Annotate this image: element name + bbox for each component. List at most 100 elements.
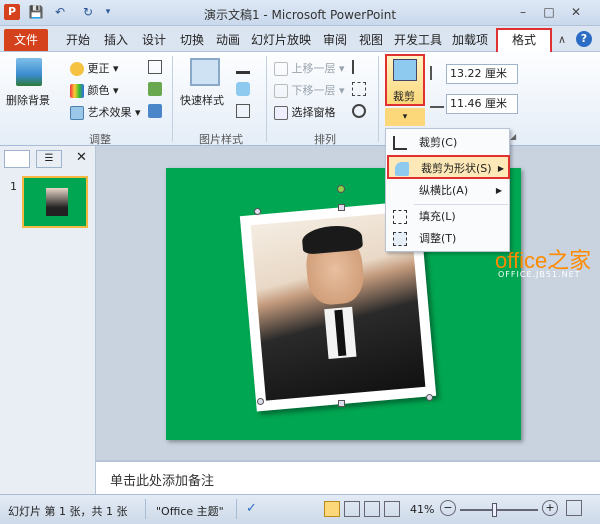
tab-insert[interactable]: 插入 xyxy=(100,30,132,50)
picture-effects-icon[interactable] xyxy=(236,82,250,96)
corrections-icon xyxy=(70,62,84,76)
close-button[interactable]: ✕ xyxy=(565,4,587,20)
slide-thumbnail[interactable] xyxy=(22,176,88,228)
corrections-button[interactable]: 更正 ▾ xyxy=(70,60,119,76)
fit-icon xyxy=(393,232,407,246)
color-icon xyxy=(70,84,84,98)
fit-slide-icon[interactable] xyxy=(566,500,582,516)
menu-item-crop[interactable]: 裁剪(C) xyxy=(387,131,508,155)
arrange-group-label: 排列 xyxy=(314,133,336,146)
tab-home[interactable]: 开始 xyxy=(62,30,94,50)
slide-thumbnail-number: 1 xyxy=(10,180,17,193)
artistic-effects-button[interactable]: 艺术效果 ▾ xyxy=(70,104,141,120)
group-icon[interactable] xyxy=(352,82,366,96)
ribbon: 删除背景 更正 ▾ 颜色 ▾ 艺术效果 ▾ 调整 快速样式 图片样式 上移一层 … xyxy=(0,52,600,146)
adjust-group-label: 调整 xyxy=(89,133,111,146)
slides-tab[interactable] xyxy=(4,150,30,168)
maximize-button[interactable]: □ xyxy=(538,4,560,20)
artistic-effects-icon xyxy=(70,106,84,120)
change-picture-icon[interactable] xyxy=(148,82,162,96)
tab-slideshow[interactable]: 幻灯片放映 xyxy=(250,30,312,50)
send-backward-button: 下移一层 ▾ xyxy=(274,82,345,98)
window-title: 演示文稿1 - Microsoft PowerPoint xyxy=(203,8,397,22)
menu-item-fill[interactable]: 填充(L) xyxy=(387,205,508,229)
slides-pane: ☰ ✕ 1 xyxy=(0,146,96,494)
tab-file[interactable]: 文件 xyxy=(4,29,48,51)
quick-styles-icon xyxy=(190,58,220,86)
selection-pane-icon xyxy=(274,106,288,120)
close-pane-icon[interactable]: ✕ xyxy=(76,150,87,165)
zoom-in-button[interactable]: + xyxy=(542,500,558,516)
menu-item-fit[interactable]: 调整(T) xyxy=(387,227,508,251)
tab-review[interactable]: 审阅 xyxy=(320,30,350,50)
notes-pane[interactable]: 单击此处添加备注 xyxy=(96,460,600,494)
reading-view-icon[interactable] xyxy=(364,501,380,517)
selection-pane-button[interactable]: 选择窗格 xyxy=(274,104,336,120)
align-icon[interactable] xyxy=(352,60,366,74)
height-icon xyxy=(430,66,442,80)
collapse-ribbon-icon[interactable]: ∧ xyxy=(558,33,566,46)
width-icon xyxy=(430,96,444,108)
tab-transitions[interactable]: 切换 xyxy=(176,30,208,50)
selection-handle[interactable] xyxy=(254,208,261,215)
menu-item-aspect-ratio[interactable]: 纵横比(A) ▶ xyxy=(387,179,508,203)
width-input[interactable]: 11.46 厘米 xyxy=(446,94,518,114)
zoom-slider-thumb[interactable] xyxy=(492,503,497,517)
tab-format[interactable]: 格式 xyxy=(496,28,552,52)
picture-styles-group-label: 图片样式 xyxy=(199,133,243,146)
send-backward-icon xyxy=(274,84,288,98)
bring-forward-icon xyxy=(274,62,288,76)
crop-menu: 裁剪(C) 裁剪为形状(S) ▶ 纵横比(A) ▶ 填充(L) 调整(T) xyxy=(385,128,510,252)
selection-handle[interactable] xyxy=(338,204,345,211)
minimize-button[interactable]: – xyxy=(512,4,534,20)
color-button[interactable]: 颜色 ▾ xyxy=(70,82,119,98)
tab-design[interactable]: 设计 xyxy=(138,30,170,50)
title-bar: P 💾 ↶ ↻ ▾ 演示文稿1 - Microsoft PowerPoint –… xyxy=(0,0,600,26)
remove-background-icon xyxy=(16,58,42,86)
height-input[interactable]: 13.22 厘米 xyxy=(446,64,518,84)
submenu-arrow-icon: ▶ xyxy=(497,164,504,173)
picture-border-icon[interactable] xyxy=(236,60,250,74)
submenu-arrow-icon: ▶ xyxy=(495,186,502,195)
size-dialog-launcher-icon[interactable]: ◢ xyxy=(510,132,516,141)
normal-view-icon[interactable] xyxy=(324,501,340,517)
outline-tab[interactable]: ☰ xyxy=(36,150,62,168)
help-icon[interactable]: ? xyxy=(576,31,592,47)
ribbon-tabs: 文件 开始 插入 设计 切换 动画 幻灯片放映 审阅 视图 开发工具 加载项 格… xyxy=(0,26,600,52)
crop-dropdown-arrow[interactable]: ▾ xyxy=(385,108,425,126)
crop-button[interactable]: 裁剪 xyxy=(385,54,425,106)
remove-background-button[interactable]: 删除背景 xyxy=(6,56,52,112)
watermark-url: OFFICE.JB51.NET xyxy=(498,270,581,279)
selection-handle[interactable] xyxy=(338,400,345,407)
theme-name[interactable]: "Office 主题" xyxy=(156,503,224,519)
crop-icon xyxy=(393,59,417,81)
crop-to-shape-icon xyxy=(395,162,409,176)
person-hair xyxy=(301,223,364,255)
thumbnail-photo xyxy=(46,188,68,216)
tab-view[interactable]: 视图 xyxy=(356,30,386,50)
zoom-slider[interactable] xyxy=(460,509,538,511)
slideshow-icon[interactable] xyxy=(384,501,400,517)
status-bar: 幻灯片 第 1 张，共 1 张 "Office 主题" ✓ 41% − + xyxy=(0,494,600,524)
compress-icon[interactable] xyxy=(148,60,162,74)
slide-sorter-icon[interactable] xyxy=(344,501,360,517)
quick-styles-button[interactable]: 快速样式 xyxy=(180,56,230,114)
menu-item-crop-to-shape[interactable]: 裁剪为形状(S) ▶ xyxy=(387,155,510,179)
tab-animations[interactable]: 动画 xyxy=(212,30,244,50)
notes-placeholder: 单击此处添加备注 xyxy=(110,474,215,489)
zoom-level[interactable]: 41% xyxy=(410,503,434,516)
rotate-icon[interactable] xyxy=(352,104,366,118)
tab-addins[interactable]: 加载项 xyxy=(450,30,490,50)
rotate-handle[interactable] xyxy=(337,185,345,193)
crop-small-icon xyxy=(393,136,407,150)
slide-info: 幻灯片 第 1 张，共 1 张 xyxy=(8,505,128,518)
fill-icon xyxy=(393,210,407,224)
tab-developer[interactable]: 开发工具 xyxy=(392,30,444,50)
bring-forward-button: 上移一层 ▾ xyxy=(274,60,345,76)
spell-check-icon[interactable]: ✓ xyxy=(246,501,257,516)
selection-handle[interactable] xyxy=(257,398,264,405)
picture-layout-icon[interactable] xyxy=(236,104,250,118)
selection-handle[interactable] xyxy=(426,394,433,401)
reset-picture-icon[interactable] xyxy=(148,104,162,118)
zoom-out-button[interactable]: − xyxy=(440,500,456,516)
